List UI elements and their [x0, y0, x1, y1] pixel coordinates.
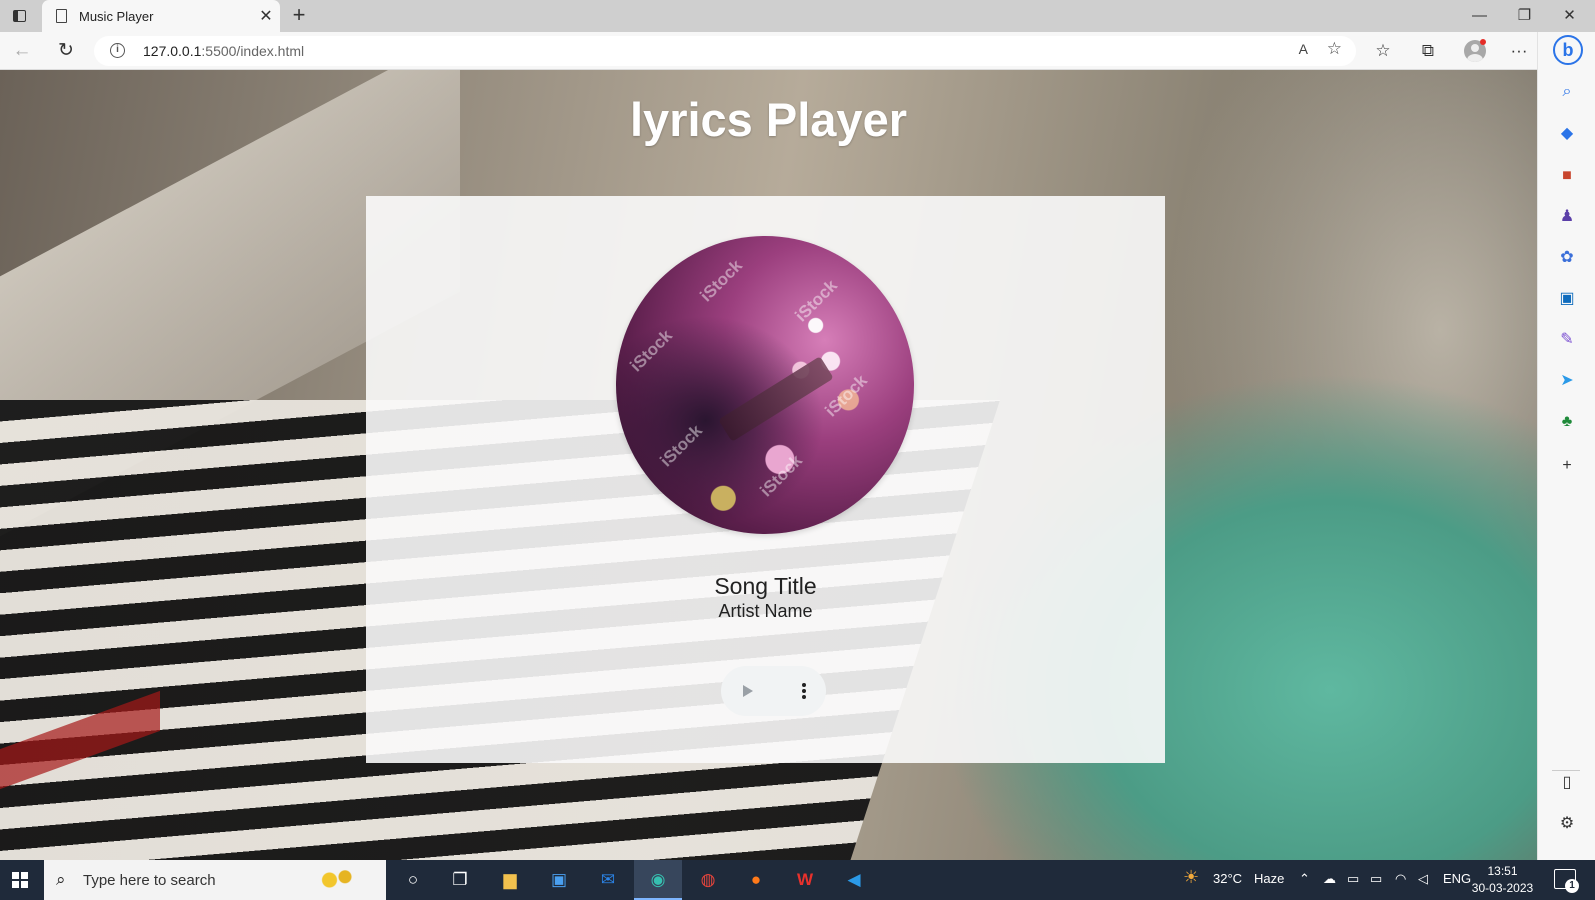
tab-music-player[interactable]: Music Player ✕ — [42, 0, 280, 32]
profile-alert-dot — [1480, 39, 1486, 45]
maximize-button[interactable]: ❐ — [1502, 0, 1547, 32]
back-button[interactable]: ← — [8, 38, 36, 64]
games-icon[interactable]: ♟ — [1556, 206, 1578, 228]
favorites-icon[interactable]: ☆ — [1369, 38, 1397, 64]
watermark: iStock — [756, 450, 806, 501]
watermark: iStock — [696, 255, 746, 306]
wifi-icon[interactable]: ◠ — [1395, 871, 1406, 887]
tree-icon[interactable]: ♣ — [1556, 411, 1578, 433]
close-tab-icon[interactable]: ✕ — [252, 6, 280, 26]
edge-sidebar: b ⌕ ◆ ■ ♟ ✿ ▣ ✎ ➤ ♣ + ▯ ⚙ — [1537, 32, 1595, 860]
new-tab-button[interactable]: + — [286, 3, 312, 29]
address-bar: ← ↻ i 127.0.0.1:5500/index.html A ☆ ☆ ⧉ … — [0, 32, 1595, 70]
clock-date: 30-03-2023 — [1471, 881, 1534, 895]
office-icon[interactable]: ✿ — [1556, 247, 1578, 269]
mail-icon[interactable]: ✉ — [593, 866, 623, 894]
store-icon[interactable]: ▣ — [544, 866, 574, 894]
tab-strip: Music Player ✕ + — ❐ ✕ — [0, 0, 1595, 32]
search-highlight-icon — [314, 864, 376, 896]
designer-icon[interactable]: ✎ — [1556, 329, 1578, 351]
show-hidden-icons-icon[interactable]: ⌃ — [1299, 871, 1310, 887]
audio-player — [721, 666, 826, 716]
search-icon[interactable]: ⌕ — [1556, 81, 1578, 103]
tools-icon[interactable]: ■ — [1556, 165, 1578, 187]
add-icon[interactable]: + — [1556, 455, 1578, 477]
vscode-icon[interactable]: ◀ — [839, 866, 869, 894]
album-art-guitar — [718, 356, 834, 442]
firefox-icon[interactable]: ● — [741, 866, 771, 894]
split-screen-icon[interactable]: ▯ — [1556, 772, 1578, 794]
minimize-button[interactable]: — — [1457, 0, 1502, 32]
watermark: iStock — [626, 325, 676, 376]
search-placeholder: Type here to search — [83, 872, 216, 889]
chrome-icon[interactable]: ◍ — [693, 866, 723, 894]
volume-icon[interactable]: ◁ — [1418, 871, 1428, 887]
page-icon — [56, 9, 67, 23]
audio-options-icon[interactable] — [801, 682, 807, 700]
site-info-icon[interactable]: i — [110, 43, 125, 58]
url-field[interactable]: i 127.0.0.1:5500/index.html A ☆ — [94, 36, 1356, 66]
weather-text[interactable]: Haze — [1254, 871, 1284, 886]
battery-icon[interactable]: ▭ — [1370, 871, 1382, 887]
clock-time: 13:51 — [1487, 864, 1518, 878]
url-host: 127.0.0.1 — [143, 43, 202, 59]
settings-icon[interactable]: ⚙ — [1556, 813, 1578, 835]
start-button[interactable] — [0, 860, 40, 900]
taskbar-search[interactable]: ⌕ Type here to search — [44, 860, 386, 900]
close-window-button[interactable]: ✕ — [1547, 0, 1592, 32]
sidebar-divider — [1552, 770, 1580, 771]
song-title: Song Title — [714, 573, 817, 599]
reload-button[interactable]: ↻ — [52, 38, 80, 64]
watermark: iStock — [656, 420, 706, 471]
shopping-icon[interactable]: ◆ — [1556, 123, 1578, 145]
onedrive-icon[interactable]: ☁ — [1323, 871, 1336, 887]
send-icon[interactable]: ➤ — [1556, 370, 1578, 392]
wps-office-icon[interactable]: W — [790, 866, 820, 894]
search-icon: ⌕ — [56, 870, 66, 889]
artist-name: Artist Name — [718, 601, 813, 621]
windows-icon — [12, 872, 28, 888]
page-viewport: lyrics Player iStock iStock iStock iStoc… — [0, 70, 1537, 860]
url-text[interactable]: 127.0.0.1:5500/index.html — [143, 43, 304, 59]
favorites-add-icon[interactable]: ☆ — [1327, 39, 1342, 59]
edge-icon[interactable]: ◉ — [643, 866, 673, 894]
file-explorer-icon[interactable]: ▆ — [495, 866, 525, 894]
clock[interactable]: 13:51 30-03-2023 — [1465, 863, 1540, 897]
notification-count: 1 — [1565, 879, 1579, 893]
tab-actions-icon[interactable] — [8, 6, 30, 26]
play-icon[interactable] — [737, 681, 757, 701]
more-icon[interactable]: ··· — [1505, 38, 1533, 64]
watermark: iStock — [791, 275, 841, 326]
cortana-icon[interactable]: ○ — [398, 866, 428, 894]
read-aloud-icon[interactable]: A — [1299, 41, 1308, 57]
page-title: lyrics Player — [630, 93, 907, 146]
player-card: iStock iStock iStock iStock iStock iStoc… — [366, 196, 1165, 763]
outlook-icon[interactable]: ▣ — [1556, 288, 1578, 310]
bing-icon[interactable]: b — [1553, 35, 1583, 65]
taskbar: ⌕ Type here to search ○ ❐ ▆ ▣ ✉ ◉ ◍ ● W … — [0, 860, 1595, 900]
weather-temp[interactable]: 32°C — [1213, 871, 1242, 886]
tab-title: Music Player — [79, 8, 154, 24]
task-view-icon[interactable]: ❐ — [445, 866, 475, 894]
album-art: iStock iStock iStock iStock iStock iStoc… — [616, 236, 914, 534]
weather-icon[interactable]: ☀ — [1183, 867, 1199, 888]
url-path: :5500/index.html — [201, 43, 305, 59]
collections-icon[interactable]: ⧉ — [1414, 38, 1442, 64]
meet-now-icon[interactable]: ▭ — [1347, 871, 1359, 887]
